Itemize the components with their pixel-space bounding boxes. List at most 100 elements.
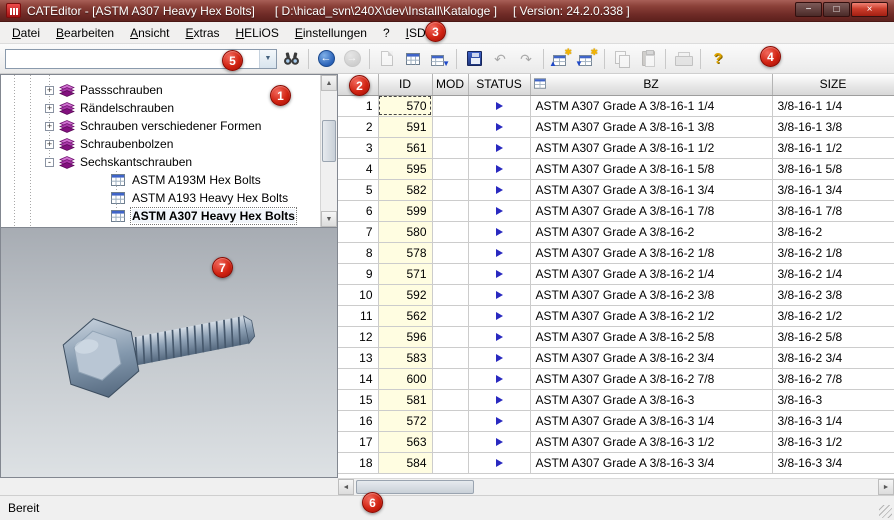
- status-cell[interactable]: [468, 284, 530, 305]
- status-cell[interactable]: [468, 452, 530, 473]
- table-row[interactable]: 5582ASTM A307 Grade A 3/8-16-1 3/43/8-16…: [338, 179, 894, 200]
- bz-cell[interactable]: ASTM A307 Grade A 3/8-16-2 3/4: [530, 347, 772, 368]
- id-cell[interactable]: 562: [378, 305, 432, 326]
- size-cell[interactable]: 3/8-16-2 1/2: [772, 305, 894, 326]
- expand-icon[interactable]: +: [45, 122, 54, 131]
- table-row[interactable]: 11562ASTM A307 Grade A 3/8-16-2 1/23/8-1…: [338, 305, 894, 326]
- status-cell[interactable]: [468, 95, 530, 116]
- bz-cell[interactable]: ASTM A307 Grade A 3/8-16-2 3/8: [530, 284, 772, 305]
- redo-button[interactable]: ↷: [514, 47, 538, 70]
- tree-item[interactable]: +Schrauben verschiedener Formen: [1, 117, 320, 135]
- new-table-button[interactable]: [401, 47, 425, 70]
- row-number-cell[interactable]: 6: [338, 200, 378, 221]
- id-cell[interactable]: 595: [378, 158, 432, 179]
- id-cell[interactable]: 561: [378, 137, 432, 158]
- status-cell[interactable]: [468, 347, 530, 368]
- menu-item-helios[interactable]: HELiOS: [228, 23, 287, 43]
- id-cell[interactable]: 582: [378, 179, 432, 200]
- bz-cell[interactable]: ASTM A307 Grade A 3/8-16-3 1/2: [530, 431, 772, 452]
- mod-cell[interactable]: [432, 326, 468, 347]
- status-cell[interactable]: [468, 179, 530, 200]
- menu-item-einstellungen[interactable]: Einstellungen: [287, 23, 375, 43]
- table-row[interactable]: 15581ASTM A307 Grade A 3/8-16-33/8-16-3: [338, 389, 894, 410]
- size-cell[interactable]: 3/8-16-1 7/8: [772, 200, 894, 221]
- find-button[interactable]: [279, 47, 303, 70]
- table-row[interactable]: 16572ASTM A307 Grade A 3/8-16-3 1/43/8-1…: [338, 410, 894, 431]
- size-cell[interactable]: 3/8-16-1 1/2: [772, 137, 894, 158]
- id-cell[interactable]: 578: [378, 242, 432, 263]
- table-row[interactable]: 10592ASTM A307 Grade A 3/8-16-2 3/83/8-1…: [338, 284, 894, 305]
- column-header-status[interactable]: STATUS: [468, 74, 530, 95]
- mod-cell[interactable]: [432, 305, 468, 326]
- mod-cell[interactable]: [432, 263, 468, 284]
- status-cell[interactable]: [468, 410, 530, 431]
- table-row[interactable]: 8578ASTM A307 Grade A 3/8-16-2 1/83/8-16…: [338, 242, 894, 263]
- status-cell[interactable]: [468, 368, 530, 389]
- status-cell[interactable]: [468, 116, 530, 137]
- bz-cell[interactable]: ASTM A307 Grade A 3/8-16-3: [530, 389, 772, 410]
- scroll-up-button[interactable]: ▲: [321, 75, 337, 91]
- paste-button[interactable]: [636, 47, 660, 70]
- id-cell[interactable]: 572: [378, 410, 432, 431]
- id-cell[interactable]: 592: [378, 284, 432, 305]
- id-cell[interactable]: 571: [378, 263, 432, 284]
- print-button[interactable]: [671, 47, 695, 70]
- status-cell[interactable]: [468, 305, 530, 326]
- insert-record-button[interactable]: ✱ ▲: [549, 47, 573, 70]
- tree-vertical-scrollbar[interactable]: ▲ ▼: [320, 75, 337, 227]
- row-number-cell[interactable]: 14: [338, 368, 378, 389]
- undo-button[interactable]: ↶: [488, 47, 512, 70]
- mod-cell[interactable]: [432, 431, 468, 452]
- bz-cell[interactable]: ASTM A307 Grade A 3/8-16-2 5/8: [530, 326, 772, 347]
- size-cell[interactable]: 3/8-16-3 1/2: [772, 431, 894, 452]
- grid-horizontal-scrollbar[interactable]: ◄ ►: [338, 478, 894, 495]
- size-cell[interactable]: 3/8-16-1 1/4: [772, 95, 894, 116]
- size-cell[interactable]: 3/8-16-1 3/8: [772, 116, 894, 137]
- id-cell[interactable]: 563: [378, 431, 432, 452]
- bz-cell[interactable]: ASTM A307 Grade A 3/8-16-2 1/4: [530, 263, 772, 284]
- status-cell[interactable]: [468, 242, 530, 263]
- copy-button[interactable]: [610, 47, 634, 70]
- bz-cell[interactable]: ASTM A307 Grade A 3/8-16-1 5/8: [530, 158, 772, 179]
- bz-cell[interactable]: ASTM A307 Grade A 3/8-16-3 1/4: [530, 410, 772, 431]
- status-cell[interactable]: [468, 158, 530, 179]
- bz-cell[interactable]: ASTM A307 Grade A 3/8-16-1 7/8: [530, 200, 772, 221]
- menu-item-extras[interactable]: Extras: [177, 23, 227, 43]
- mod-cell[interactable]: [432, 158, 468, 179]
- id-cell[interactable]: 600: [378, 368, 432, 389]
- bz-cell[interactable]: ASTM A307 Grade A 3/8-16-2 1/8: [530, 242, 772, 263]
- menu-item-ansicht[interactable]: Ansicht: [122, 23, 177, 43]
- tree-item[interactable]: -Sechskantschrauben: [1, 153, 320, 171]
- part-preview[interactable]: [0, 228, 338, 478]
- menu-item-hilfe[interactable]: ?: [375, 23, 398, 43]
- save-button[interactable]: [462, 47, 486, 70]
- expand-icon[interactable]: +: [45, 104, 54, 113]
- size-cell[interactable]: 3/8-16-2 1/4: [772, 263, 894, 284]
- row-number-cell[interactable]: 12: [338, 326, 378, 347]
- table-sort-button[interactable]: ▼: [427, 47, 451, 70]
- bz-cell[interactable]: ASTM A307 Grade A 3/8-16-1 1/2: [530, 137, 772, 158]
- mod-cell[interactable]: [432, 410, 468, 431]
- expand-icon[interactable]: +: [45, 140, 54, 149]
- status-cell[interactable]: [468, 431, 530, 452]
- size-cell[interactable]: 3/8-16-2 5/8: [772, 326, 894, 347]
- table-row[interactable]: 1570ASTM A307 Grade A 3/8-16-1 1/43/8-16…: [338, 95, 894, 116]
- table-row[interactable]: 12596ASTM A307 Grade A 3/8-16-2 5/83/8-1…: [338, 326, 894, 347]
- maximize-button[interactable]: □: [823, 2, 850, 17]
- row-number-cell[interactable]: 2: [338, 116, 378, 137]
- tree-item[interactable]: ASTM A307 Heavy Hex Bolts: [1, 207, 320, 225]
- table-row[interactable]: 4595ASTM A307 Grade A 3/8-16-1 5/83/8-16…: [338, 158, 894, 179]
- table-row[interactable]: 13583ASTM A307 Grade A 3/8-16-2 3/43/8-1…: [338, 347, 894, 368]
- bz-cell[interactable]: ASTM A307 Grade A 3/8-16-1 1/4: [530, 95, 772, 116]
- id-cell[interactable]: 570: [378, 95, 432, 116]
- mod-cell[interactable]: [432, 284, 468, 305]
- menu-item-datei[interactable]: Datei: [4, 23, 48, 43]
- mod-cell[interactable]: [432, 452, 468, 473]
- row-number-cell[interactable]: 7: [338, 221, 378, 242]
- tree-scroll-thumb[interactable]: [322, 120, 336, 162]
- row-number-cell[interactable]: 17: [338, 431, 378, 452]
- search-input[interactable]: [6, 51, 259, 67]
- status-cell[interactable]: [468, 137, 530, 158]
- row-number-cell[interactable]: 15: [338, 389, 378, 410]
- back-button[interactable]: ←: [314, 47, 338, 70]
